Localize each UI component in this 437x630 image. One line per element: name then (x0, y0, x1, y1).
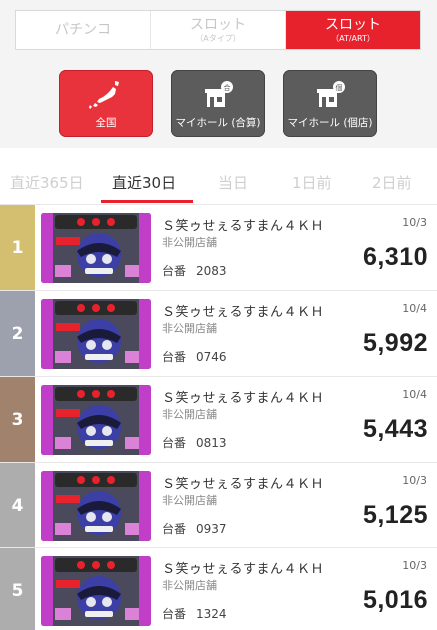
period-tabs: 直近365日 直近30日 当日 1日前 2日前 (0, 164, 437, 204)
machine-number: 台番 0937 (162, 520, 227, 537)
record-date: 10/3 (402, 474, 427, 487)
machine-number-label: 台番 (162, 607, 187, 621)
tab-slot-a-type-sublabel: （Aタイプ） (195, 33, 241, 43)
machine-thumbnail (41, 213, 151, 283)
record-date: 10/4 (402, 388, 427, 401)
my-hall-total-label: マイホール (合算) (175, 117, 261, 129)
machine-number-value: 0746 (196, 350, 227, 364)
ranking-row[interactable]: 3 Ｓ笑ゥせぇるすまん４ＫＨ 非公開店舗 台番 0813 10/4 5,443 (0, 376, 437, 463)
store-name: 非公開店舗 (162, 579, 217, 592)
svg-text:合: 合 (224, 83, 231, 92)
nationwide-label: 全国 (95, 117, 117, 129)
tab-slot-at-art[interactable]: スロット （AT/ART） (286, 11, 420, 49)
machine-number-value: 0937 (196, 522, 227, 536)
payout-value: 5,125 (362, 501, 428, 529)
tab-period-1day[interactable]: 1日前 (292, 172, 332, 193)
ranking-row[interactable]: 5 Ｓ笑ゥせぇるすまん４ＫＨ 非公開店舗 台番 1324 10/3 5,016 (0, 547, 437, 630)
tab-period-today[interactable]: 当日 (218, 172, 248, 193)
machine-type-tabs: パチンコ スロット （Aタイプ） スロット （AT/ART） (15, 10, 421, 50)
tab-slot-at-art-sublabel: （AT/ART） (331, 33, 375, 43)
hall-total-icon: 合 (205, 81, 233, 107)
record-date: 10/4 (402, 302, 427, 315)
store-name: 非公開店舗 (162, 408, 217, 421)
tab-period-2day[interactable]: 2日前 (372, 172, 412, 193)
ranking-row[interactable]: 2 Ｓ笑ゥせぇるすまん４ＫＨ 非公開店舗 台番 0746 10/4 5,992 (0, 290, 437, 377)
ranking-row[interactable]: 1 Ｓ笑ゥせぇるすまん４ＫＨ 非公開店舗 台番 2083 10/3 6,310 (0, 204, 437, 291)
machine-number-label: 台番 (162, 522, 187, 536)
rank-number: 5 (0, 548, 35, 630)
machine-number-label: 台番 (162, 264, 187, 278)
machine-name: Ｓ笑ゥせぇるすまん４ＫＨ (162, 305, 325, 320)
hall-single-icon: 個 (317, 81, 345, 107)
japan-map-icon (89, 81, 119, 109)
record-date: 10/3 (402, 216, 427, 229)
record-date: 10/3 (402, 559, 427, 572)
tab-slot-at-art-label: スロット (325, 16, 381, 33)
rank-number: 1 (0, 205, 35, 291)
machine-number: 台番 0746 (162, 348, 227, 365)
machine-number-label: 台番 (162, 436, 187, 450)
rank-number: 2 (0, 291, 35, 377)
tab-period-365[interactable]: 直近365日 (10, 172, 84, 193)
active-tab-indicator (101, 200, 193, 203)
rank-number: 3 (0, 377, 35, 463)
payout-value: 5,443 (362, 415, 428, 443)
store-name: 非公開店舗 (162, 494, 217, 507)
tab-period-30[interactable]: 直近30日 (112, 172, 176, 193)
machine-number: 台番 0813 (162, 434, 227, 451)
machine-number-value: 1324 (196, 607, 227, 621)
machine-thumbnail (41, 556, 151, 626)
machine-thumbnail (41, 471, 151, 541)
category-buttons: 全国 合 マイホール (合算) 個 マイホール (個店) (0, 60, 437, 148)
machine-name: Ｓ笑ゥせぇるすまん４ＫＨ (162, 391, 325, 406)
tab-slot-a-type[interactable]: スロット （Aタイプ） (151, 11, 286, 49)
tab-pachinko-label: パチンコ (55, 22, 111, 38)
machine-name: Ｓ笑ゥせぇるすまん４ＫＨ (162, 562, 325, 577)
nationwide-button[interactable]: 全国 (59, 70, 153, 137)
my-hall-single-button[interactable]: 個 マイホール (個店) (283, 70, 377, 137)
tab-pachinko[interactable]: パチンコ (16, 11, 151, 49)
machine-type-bar: パチンコ スロット （Aタイプ） スロット （AT/ART） (0, 0, 437, 60)
machine-number-label: 台番 (162, 350, 187, 364)
machine-name: Ｓ笑ゥせぇるすまん４ＫＨ (162, 219, 325, 234)
my-hall-total-button[interactable]: 合 マイホール (合算) (171, 70, 265, 137)
my-hall-single-label: マイホール (個店) (287, 117, 373, 129)
store-name: 非公開店舗 (162, 322, 217, 335)
machine-number-value: 2083 (196, 264, 227, 278)
payout-value: 5,992 (362, 329, 428, 357)
rank-number: 4 (0, 463, 35, 549)
machine-name: Ｓ笑ゥせぇるすまん４ＫＨ (162, 477, 325, 492)
payout-value: 6,310 (362, 243, 428, 271)
machine-thumbnail (41, 385, 151, 455)
machine-number: 台番 1324 (162, 605, 227, 622)
ranking-row[interactable]: 4 Ｓ笑ゥせぇるすまん４ＫＨ 非公開店舗 台番 0937 10/3 5,125 (0, 462, 437, 549)
machine-number: 台番 2083 (162, 262, 227, 279)
tab-slot-a-type-label: スロット (190, 16, 246, 33)
svg-text:個: 個 (336, 83, 343, 92)
payout-value: 5,016 (362, 586, 428, 614)
store-name: 非公開店舗 (162, 236, 217, 249)
machine-thumbnail (41, 299, 151, 369)
machine-number-value: 0813 (196, 436, 227, 450)
